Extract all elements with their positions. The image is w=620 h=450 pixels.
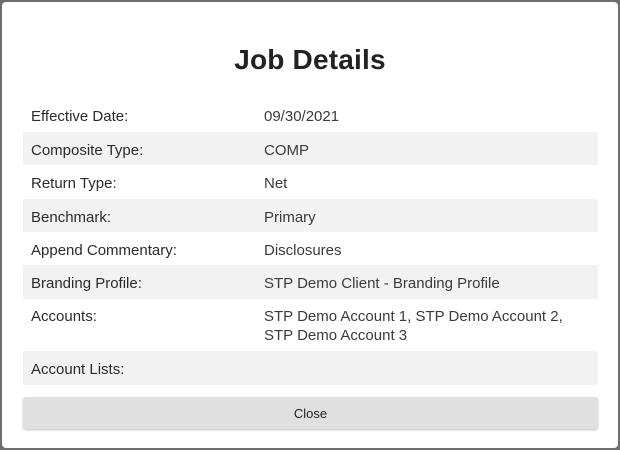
job-details-dialog: Job Details Effective Date: 09/30/2021 C…: [2, 2, 618, 448]
detail-value: Net: [264, 175, 288, 192]
detail-value: COMP: [264, 142, 309, 159]
detail-value: 09/30/2021: [264, 108, 340, 125]
detail-label: Branding Profile:: [31, 275, 142, 292]
detail-row-benchmark: Benchmark: Primary: [23, 199, 598, 232]
detail-value: STP Demo Client - Branding Profile: [264, 275, 500, 292]
detail-row-account-lists: Account Lists:: [23, 351, 598, 385]
detail-row-accounts: Accounts: STP Demo Account 1, STP Demo A…: [23, 299, 598, 351]
detail-label: Benchmark:: [31, 209, 112, 226]
detail-label: Account Lists:: [31, 361, 125, 378]
dialog-title: Job Details: [234, 44, 386, 75]
detail-label: Composite Type:: [31, 142, 144, 159]
detail-value: Disclosures: [264, 242, 342, 259]
detail-row-composite-type: Composite Type: COMP: [23, 132, 598, 165]
detail-label: Return Type:: [31, 175, 117, 192]
details-table: Effective Date: 09/30/2021 Composite Typ…: [23, 98, 598, 385]
detail-label: Accounts:: [31, 308, 97, 325]
detail-label: Effective Date:: [31, 108, 129, 125]
detail-row-return-type: Return Type: Net: [23, 165, 598, 199]
detail-label: Append Commentary:: [31, 242, 177, 259]
detail-value: STP Demo Account 1, STP Demo Account 2, …: [264, 308, 563, 344]
detail-value: Primary: [264, 209, 316, 226]
detail-row-append-commentary: Append Commentary: Disclosures: [23, 232, 598, 265]
detail-row-effective-date: Effective Date: 09/30/2021: [23, 98, 598, 132]
close-button[interactable]: Close: [23, 397, 598, 429]
detail-row-branding-profile: Branding Profile: STP Demo Client - Bran…: [23, 265, 598, 299]
